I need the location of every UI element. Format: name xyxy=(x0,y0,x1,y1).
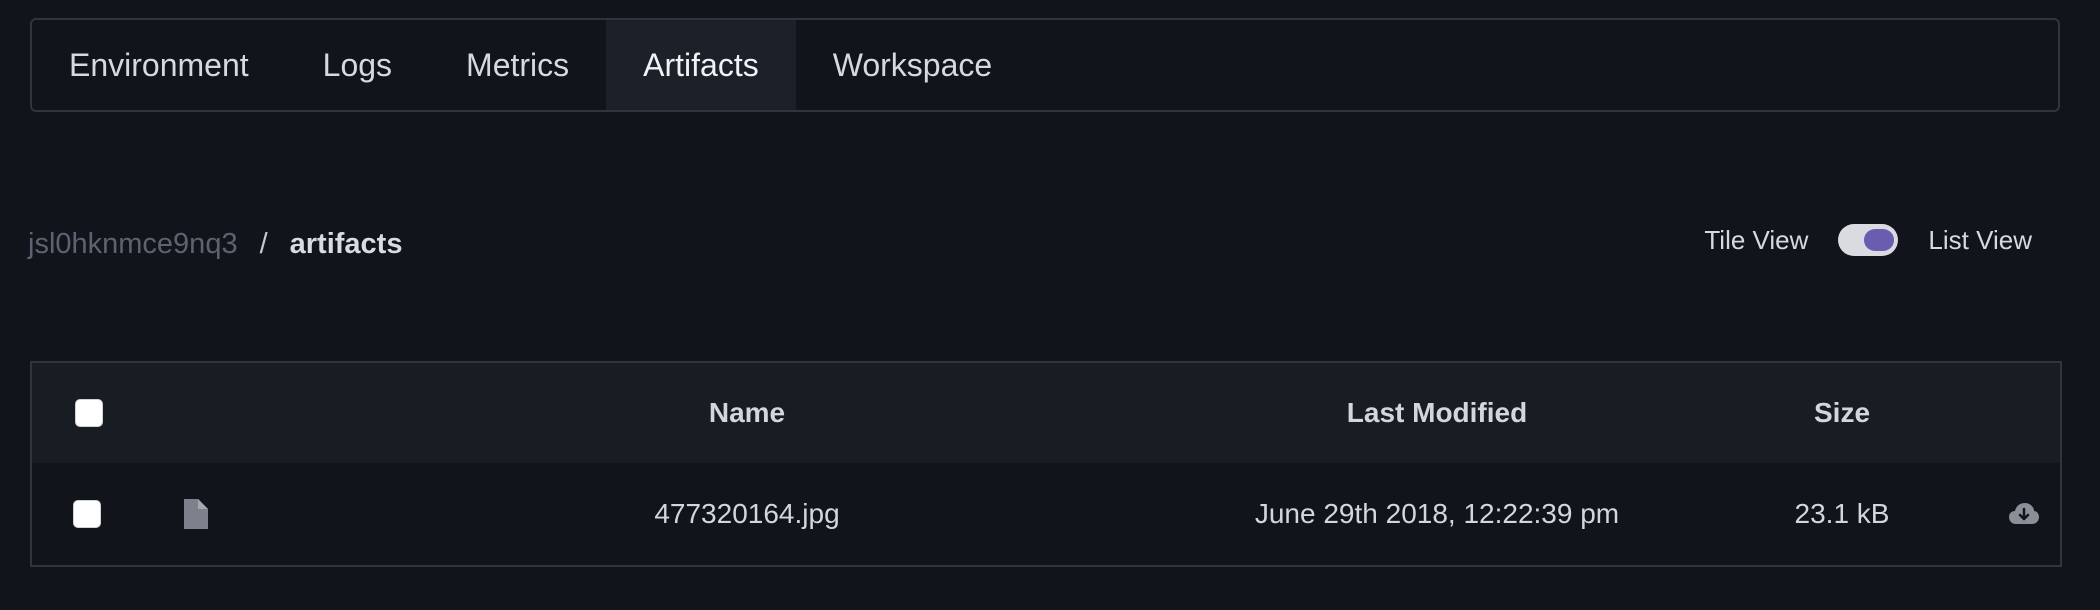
file-last-modified: June 29th 2018, 12:22:39 pm xyxy=(1254,498,1620,529)
tile-view-label[interactable]: Tile View xyxy=(1704,225,1808,256)
breadcrumb-root-link[interactable]: jsl0hknmce9nq3 xyxy=(28,228,238,261)
file-name[interactable]: 477320164.jpg xyxy=(572,463,922,565)
list-view-label[interactable]: List View xyxy=(1928,225,2032,256)
artifacts-table: Name Last Modified Size 477320164.jpg Ju… xyxy=(30,361,2062,567)
view-toggle-knob xyxy=(1864,229,1895,251)
select-all-cell xyxy=(74,363,104,463)
breadcrumb: jsl0hknmce9nq3 / artifacts xyxy=(28,228,402,261)
cloud-download-icon[interactable] xyxy=(2007,463,2041,565)
file-size: 23.1 kB xyxy=(1794,498,1890,529)
row-checkbox[interactable] xyxy=(73,500,101,528)
file-icon xyxy=(180,463,210,565)
name-column-header[interactable]: Name xyxy=(632,363,862,463)
breadcrumb-current: artifacts xyxy=(289,228,403,260)
select-all-checkbox[interactable] xyxy=(75,399,103,427)
tab-workspace[interactable]: Workspace xyxy=(796,20,1029,110)
view-toggle: Tile View List View xyxy=(1704,224,2032,256)
size-column-header[interactable]: Size xyxy=(1752,363,1932,463)
tab-environment[interactable]: Environment xyxy=(32,20,286,110)
tab-artifacts[interactable]: Artifacts xyxy=(606,20,796,110)
table-row[interactable]: 477320164.jpg June 29th 2018, 12:22:39 p… xyxy=(32,463,2060,565)
tab-bar: Environment Logs Metrics Artifacts Works… xyxy=(30,18,2060,112)
view-toggle-switch[interactable] xyxy=(1838,224,1899,256)
row-select-cell xyxy=(72,463,102,565)
table-header-row: Name Last Modified Size xyxy=(32,363,2060,463)
tab-metrics[interactable]: Metrics xyxy=(429,20,606,110)
breadcrumb-separator: / xyxy=(259,228,268,260)
tab-logs[interactable]: Logs xyxy=(286,20,429,110)
last-modified-column-header[interactable]: Last Modified xyxy=(1252,363,1622,463)
